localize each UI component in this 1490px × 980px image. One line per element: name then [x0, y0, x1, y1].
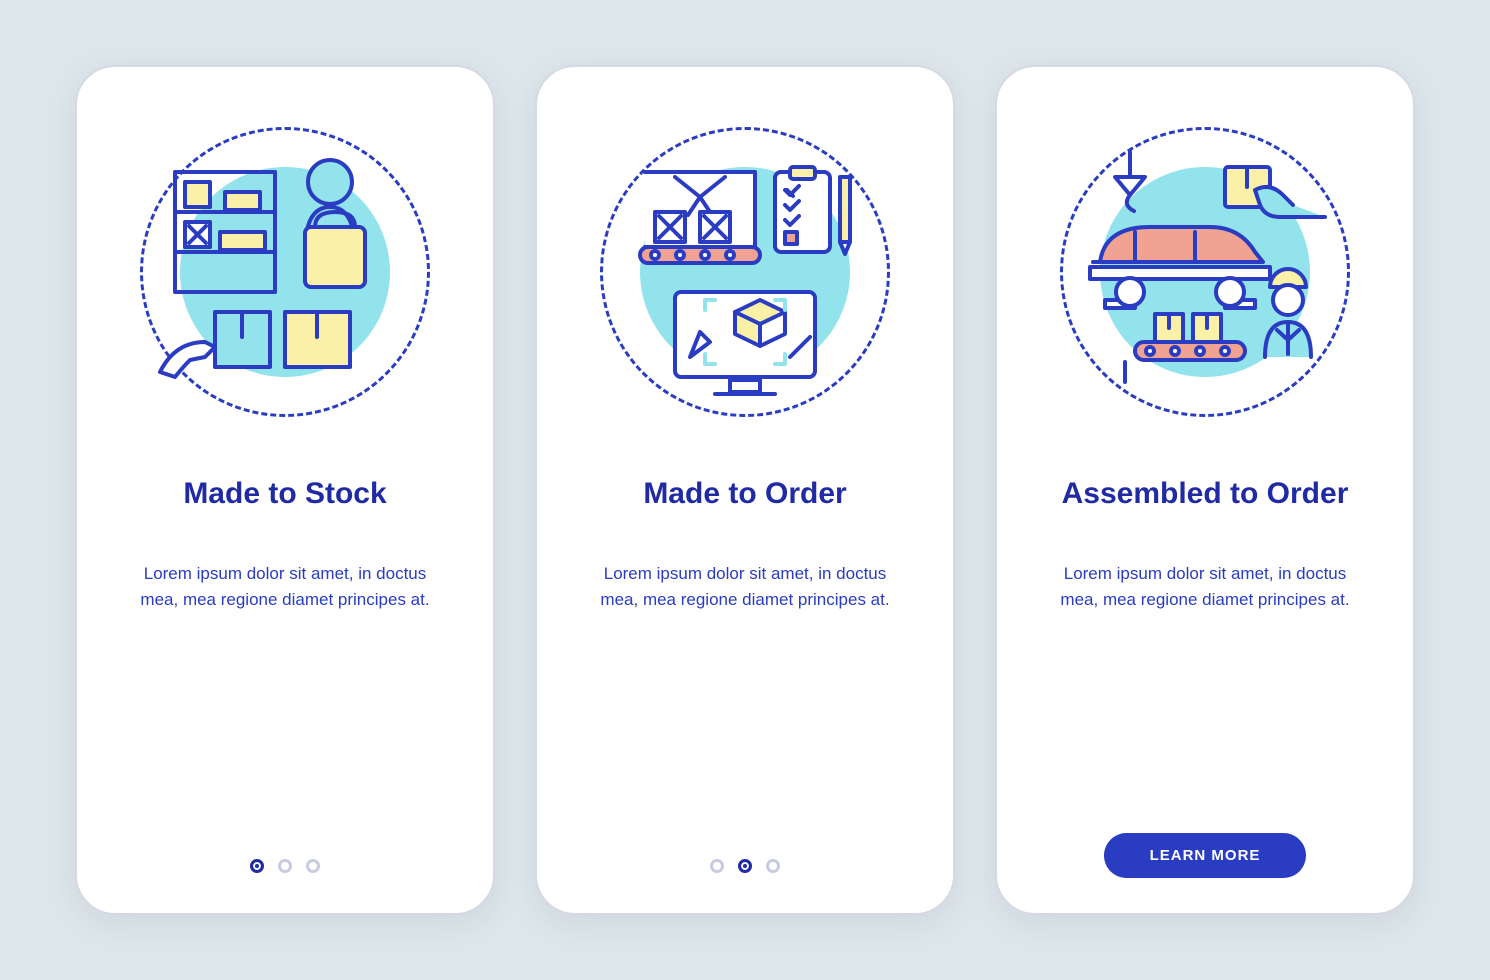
- page-dots: [250, 859, 320, 873]
- card-description: Lorem ipsum dolor sit amet, in doctus me…: [125, 561, 445, 614]
- learn-more-button[interactable]: LEARN MORE: [1104, 833, 1307, 878]
- card-title: Made to Stock: [183, 477, 386, 511]
- card-title: Made to Order: [643, 477, 846, 511]
- car-assembly-icon: [1060, 127, 1350, 417]
- onboarding-card-2: Made to Order Lorem ipsum dolor sit amet…: [535, 65, 955, 915]
- page-dot-2[interactable]: [278, 859, 292, 873]
- card-description: Lorem ipsum dolor sit amet, in doctus me…: [1045, 561, 1365, 614]
- page-dot-3[interactable]: [766, 859, 780, 873]
- onboarding-card-1: Made to Stock Lorem ipsum dolor sit amet…: [75, 65, 495, 915]
- stock-shelf-icon: [140, 127, 430, 417]
- page-dot-1[interactable]: [250, 859, 264, 873]
- page-dots: [710, 859, 780, 873]
- card-description: Lorem ipsum dolor sit amet, in doctus me…: [585, 561, 905, 614]
- onboarding-card-3: Assembled to Order Lorem ipsum dolor sit…: [995, 65, 1415, 915]
- card-title: Assembled to Order: [1062, 477, 1349, 511]
- factory-computer-icon: [600, 127, 890, 417]
- page-dot-2[interactable]: [738, 859, 752, 873]
- page-dot-1[interactable]: [710, 859, 724, 873]
- page-dot-3[interactable]: [306, 859, 320, 873]
